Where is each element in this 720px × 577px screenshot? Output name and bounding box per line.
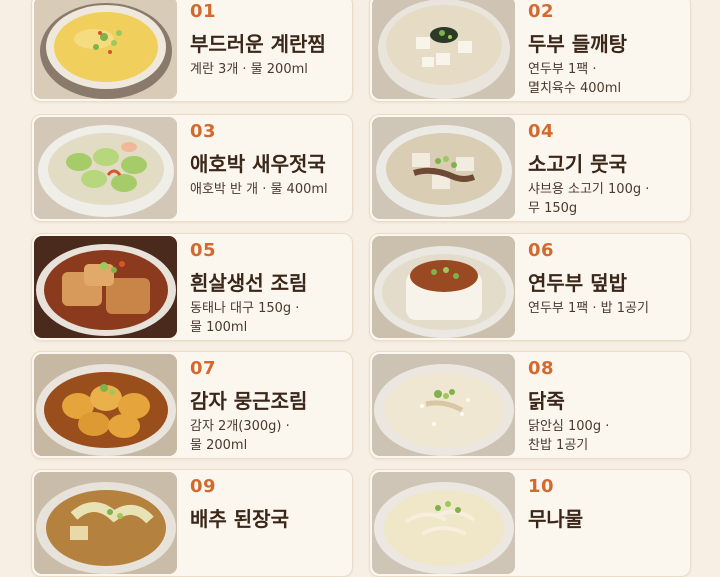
- ingredients-line-2: 찬밥 1공기: [528, 438, 589, 453]
- braised-potato-image: [34, 354, 177, 456]
- zucchini-shrimp-soup-image: [34, 117, 177, 219]
- recipe-number: 06: [528, 240, 555, 261]
- recipe-title: 무나물: [528, 507, 584, 531]
- ingredients-line-1: 계란 3개 · 물 200ml: [190, 62, 308, 77]
- recipe-number: 05: [190, 240, 217, 261]
- recipe-ingredients: 연두부 1팩 · 밥 1공기: [528, 299, 688, 318]
- recipe-title: 부드러운 계란찜: [190, 32, 326, 56]
- ingredients-line-1: 연두부 1팩 ·: [528, 62, 597, 77]
- recipe-card-08[interactable]: 08 닭죽 닭안심 100g · 찬밥 1공기: [369, 351, 691, 459]
- recipe-title: 애호박 새우젓국: [190, 152, 326, 176]
- recipe-ingredients: 샤브용 소고기 100g · 무 150g: [528, 180, 688, 218]
- recipe-ingredients: 동태나 대구 150g · 물 100ml: [190, 299, 350, 337]
- recipe-number: 02: [528, 1, 555, 22]
- recipe-card-04[interactable]: 04 소고기 뭇국 샤브용 소고기 100g · 무 150g: [369, 114, 691, 222]
- ingredients-line-2: 무 150g: [528, 201, 578, 216]
- ingredients-line-1: 감자 2개(300g) ·: [190, 419, 290, 434]
- ingredients-line-1: 동태나 대구 150g ·: [190, 301, 300, 316]
- ingredients-line-1: 샤브용 소고기 100g ·: [528, 182, 650, 197]
- tofu-perilla-soup-image: [372, 0, 515, 99]
- recipe-title: 두부 들깨탕: [528, 32, 627, 56]
- recipe-ingredients: 연두부 1팩 · 멸치육수 400ml: [528, 60, 688, 98]
- recipe-ingredients: 계란 3개 · 물 200ml: [190, 60, 350, 79]
- recipe-number: 08: [528, 358, 555, 379]
- ingredients-line-1: 닭안심 100g ·: [528, 419, 610, 434]
- recipe-card-09[interactable]: 09 배추 된장국: [31, 469, 353, 577]
- recipe-title: 소고기 뭇국: [528, 152, 627, 176]
- seasoned-radish-image: [372, 472, 515, 574]
- ingredients-line-2: 멸치육수 400ml: [528, 81, 622, 96]
- ingredients-line-2: 물 200ml: [190, 438, 248, 453]
- recipe-number: 01: [190, 1, 217, 22]
- recipe-number: 10: [528, 476, 555, 497]
- braised-fish-image: [34, 236, 177, 338]
- ingredients-line-1: 연두부 1팩 · 밥 1공기: [528, 301, 649, 316]
- steamed-egg-image: [34, 0, 177, 99]
- recipe-card-07[interactable]: 07 감자 뭉근조림 감자 2개(300g) · 물 200ml: [31, 351, 353, 459]
- soft-tofu-rice-bowl-image: [372, 236, 515, 338]
- recipe-number: 09: [190, 476, 217, 497]
- recipe-ingredients: 닭안심 100g · 찬밥 1공기: [528, 417, 688, 455]
- recipe-number: 03: [190, 121, 217, 142]
- cabbage-doenjang-soup-image: [34, 472, 177, 574]
- recipe-card-06[interactable]: 06 연두부 덮밥 연두부 1팩 · 밥 1공기: [369, 233, 691, 341]
- recipe-number: 07: [190, 358, 217, 379]
- recipe-card-05[interactable]: 05 흰살생선 조림 동태나 대구 150g · 물 100ml: [31, 233, 353, 341]
- recipe-title: 닭죽: [528, 389, 565, 413]
- recipe-ingredients: 애호박 반 개 · 물 400ml: [190, 180, 350, 199]
- recipe-title: 배추 된장국: [190, 507, 289, 531]
- recipe-card-10[interactable]: 10 무나물: [369, 469, 691, 577]
- recipe-card-01[interactable]: 01 부드러운 계란찜 계란 3개 · 물 200ml: [31, 0, 353, 102]
- recipe-number: 04: [528, 121, 555, 142]
- recipe-title: 감자 뭉근조림: [190, 389, 308, 413]
- recipe-ingredients: 감자 2개(300g) · 물 200ml: [190, 417, 350, 455]
- beef-radish-soup-image: [372, 117, 515, 219]
- ingredients-line-2: 물 100ml: [190, 320, 248, 335]
- recipe-title: 흰살생선 조림: [190, 271, 308, 295]
- chicken-porridge-image: [372, 354, 515, 456]
- recipe-title: 연두부 덮밥: [528, 271, 627, 295]
- ingredients-line-1: 애호박 반 개 · 물 400ml: [190, 182, 328, 197]
- recipe-card-02[interactable]: 02 두부 들깨탕 연두부 1팩 · 멸치육수 400ml: [369, 0, 691, 102]
- recipe-card-03[interactable]: 03 애호박 새우젓국 애호박 반 개 · 물 400ml: [31, 114, 353, 222]
